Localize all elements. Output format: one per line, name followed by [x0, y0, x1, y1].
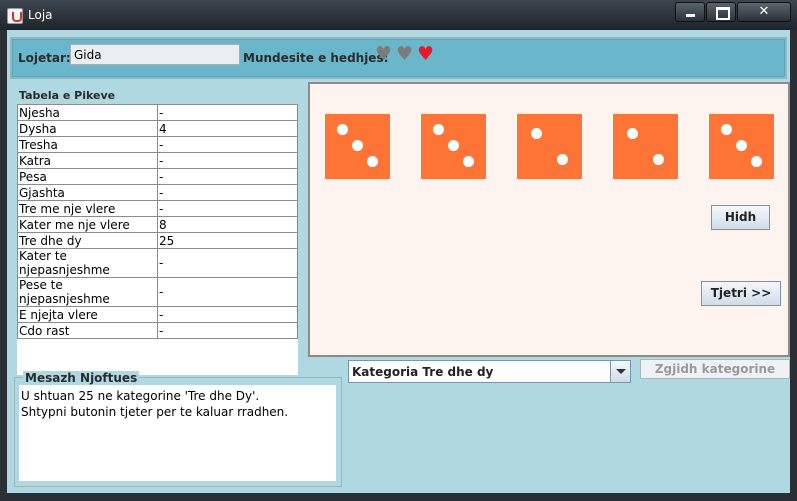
die-pip [531, 128, 542, 139]
die-pip [337, 124, 348, 135]
score-value-cell: - [157, 277, 298, 307]
score-category-cell: Dysha [17, 120, 158, 137]
throw-button[interactable]: Hidh [711, 205, 770, 230]
score-value-cell: - [157, 152, 298, 169]
score-value-cell: - [157, 136, 298, 153]
score-value-cell: 8 [157, 216, 298, 233]
score-category-cell: Pese te njepasnjeshme [17, 277, 158, 307]
java-app-icon [7, 8, 23, 24]
die[interactable] [325, 114, 390, 179]
score-value-cell: - [157, 168, 298, 185]
score-category-cell: Njesha [17, 104, 158, 121]
choose-category-button[interactable]: Zgjidh kategorine [640, 359, 790, 379]
score-category-cell: Kater me nje vlere [17, 216, 158, 233]
score-category-cell: Cdo rast [17, 322, 158, 339]
player-bar: Lojetar: Mundesite e hedhjes: ♥ ♥ ♥ [10, 37, 787, 79]
die[interactable] [421, 114, 486, 179]
dice-panel: Hidh Tjetri >> [308, 82, 790, 357]
score-row[interactable]: E njejta vlere - [17, 306, 298, 323]
throws-left-hearts: ♥ ♥ ♥ [373, 45, 436, 64]
score-value-cell: - [157, 306, 298, 323]
die-pip [736, 140, 747, 151]
score-value-cell: - [157, 248, 298, 278]
die-pip [751, 156, 762, 167]
chevron-down-icon[interactable] [610, 361, 630, 382]
message-panel: Mesazh Njoftues U shtuan 25 ne kategorin… [12, 360, 345, 493]
score-category-cell: Pesa [17, 168, 158, 185]
score-table[interactable]: Njesha - Dysha 4 Tresha - Katra - Pesa - Gjashta - T… [17, 104, 298, 375]
score-row[interactable]: Katra - [17, 152, 298, 169]
die-pip [352, 140, 363, 151]
game-window-content: Lojetar: Mundesite e hedhjes: ♥ ♥ ♥ Tabe… [7, 30, 790, 493]
die-pip [557, 154, 568, 165]
player-name-field[interactable] [70, 44, 240, 65]
die-pip [463, 156, 474, 167]
score-row[interactable]: Kater te njepasnjeshme - [17, 248, 298, 278]
score-value-cell: - [157, 322, 298, 339]
die[interactable] [709, 114, 774, 179]
score-category-cell: E njejta vlere [17, 306, 158, 323]
die[interactable] [517, 114, 582, 179]
score-row[interactable]: Njesha - [17, 104, 298, 121]
score-value-cell: 25 [157, 232, 298, 249]
score-value-cell: 4 [157, 120, 298, 137]
score-value-cell: - [157, 200, 298, 217]
die-pip [433, 124, 444, 135]
score-row[interactable]: Tre dhe dy 25 [17, 232, 298, 249]
score-row[interactable]: Cdo rast - [17, 322, 298, 339]
score-row[interactable]: Dysha 4 [17, 120, 298, 137]
score-category-cell: Tre dhe dy [17, 232, 158, 249]
score-category-cell: Kater te njepasnjeshme [17, 248, 158, 278]
score-row[interactable]: Kater me nje vlere 8 [17, 216, 298, 233]
heart-icon: ♥ [416, 43, 435, 65]
score-category-cell: Tre me nje vlere [17, 200, 158, 217]
die-pip [627, 128, 638, 139]
die-pip [367, 156, 378, 167]
die[interactable] [613, 114, 678, 179]
message-line: Shtypni butonin tjeter per te kaluar rra… [21, 405, 289, 419]
maximize-button[interactable] [706, 2, 736, 22]
score-row[interactable]: Pesa - [17, 168, 298, 185]
score-category-cell: Gjashta [17, 184, 158, 201]
score-table-panel: Tabela e Pikeve Njesha - Dysha 4 Tresha - Katr… [12, 83, 302, 375]
next-player-button[interactable]: Tjetri >> [701, 281, 781, 306]
heart-icon: ♥ [395, 43, 414, 65]
score-category-cell: Katra [17, 152, 158, 169]
message-text-area[interactable]: U shtuan 25 ne kategorine 'Tre dhe Dy'. … [19, 385, 336, 481]
score-value-cell: - [157, 184, 298, 201]
score-row[interactable]: Pese te njepasnjeshme - [17, 277, 298, 307]
message-panel-title: Mesazh Njoftues [23, 371, 140, 385]
window-title: Loja [28, 8, 53, 22]
heart-icon: ♥ [374, 43, 393, 65]
minimize-button[interactable] [675, 2, 705, 22]
player-label: Lojetar: [18, 51, 71, 65]
message-line: U shtuan 25 ne kategorine 'Tre dhe Dy'. [21, 389, 260, 403]
throws-left-label: Mundesite e hedhjes: [243, 51, 389, 65]
score-value-cell: - [157, 104, 298, 121]
score-row[interactable]: Tre me nje vlere - [17, 200, 298, 217]
score-row[interactable]: Tresha - [17, 136, 298, 153]
close-button[interactable] [737, 2, 791, 22]
score-row[interactable]: Gjashta - [17, 184, 298, 201]
die-pip [448, 140, 459, 151]
category-select-value: Kategoria Tre dhe dy [352, 365, 494, 379]
window-titlebar[interactable]: Loja [0, 0, 797, 30]
category-select[interactable]: Kategoria Tre dhe dy [348, 360, 631, 383]
die-pip [653, 154, 664, 165]
score-table-title: Tabela e Pikeve [19, 89, 116, 102]
score-category-cell: Tresha [17, 136, 158, 153]
die-pip [721, 124, 732, 135]
